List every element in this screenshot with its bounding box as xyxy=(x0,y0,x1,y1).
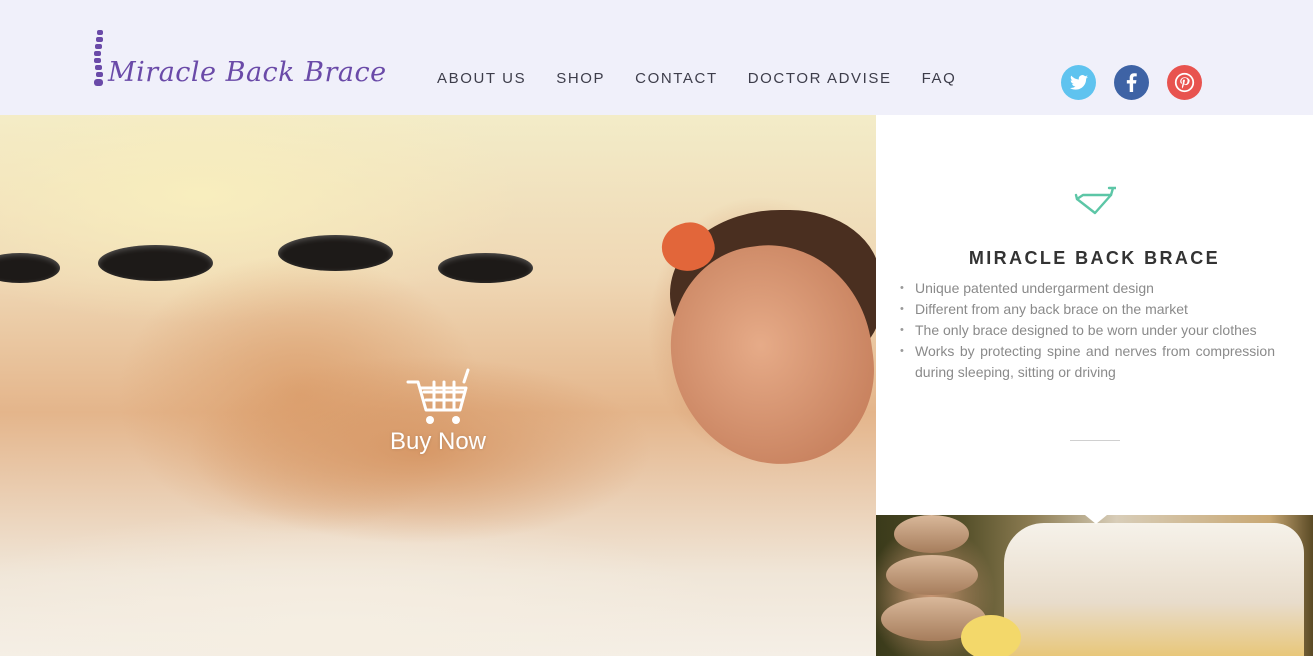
nav-doctor-advise[interactable]: DOCTOR ADVISE xyxy=(748,70,892,87)
site-logo[interactable]: Miracle Back Brace xyxy=(92,30,387,88)
twitter-link[interactable] xyxy=(1061,65,1096,100)
buy-now-button[interactable]: Buy Now xyxy=(388,368,488,456)
feature-bullet: Unique patented undergarment design xyxy=(900,278,1275,299)
feature-bullet: The only brace designed to be worn under… xyxy=(900,320,1275,341)
spine-icon xyxy=(94,30,103,86)
shopping-cart-icon xyxy=(406,368,470,424)
massage-stone xyxy=(0,253,60,283)
spa-pebble xyxy=(894,515,969,553)
nav-about-us[interactable]: ABOUT US xyxy=(437,70,526,87)
main-nav: ABOUT US SHOP CONTACT DOCTOR ADVISE FAQ xyxy=(437,70,986,87)
pinterest-icon xyxy=(1174,72,1195,93)
feature-bullet: Works by protecting spine and nerves fro… xyxy=(900,341,1275,383)
feature-title: MIRACLE BACK BRACE xyxy=(968,248,1221,268)
massage-stone xyxy=(438,253,533,283)
nav-shop[interactable]: SHOP xyxy=(556,70,605,87)
facebook-link[interactable] xyxy=(1114,65,1149,100)
feature-bullet: Different from any back brace on the mar… xyxy=(900,299,1275,320)
spa-pebble xyxy=(886,555,978,595)
feature-list: Unique patented undergarment design Diff… xyxy=(900,278,1275,383)
site-header: Miracle Back Brace ABOUT US SHOP CONTACT… xyxy=(0,0,1313,115)
twitter-icon xyxy=(1069,75,1088,90)
rolled-towel xyxy=(1004,523,1304,656)
massage-stone xyxy=(98,245,213,281)
massage-stone xyxy=(278,235,393,271)
hero-image: Buy Now xyxy=(0,115,876,656)
facebook-icon xyxy=(1126,73,1137,92)
orchid-flower xyxy=(961,615,1021,656)
panel-pointer xyxy=(1085,515,1107,524)
nav-faq[interactable]: FAQ xyxy=(922,70,957,87)
nav-contact[interactable]: CONTACT xyxy=(635,70,718,87)
buy-now-label: Buy Now xyxy=(389,428,487,455)
feature-panel: MIRACLE BACK BRACE Unique patented under… xyxy=(876,115,1313,515)
logo-text: Miracle Back Brace xyxy=(108,57,387,88)
bicycle-frame-icon xyxy=(1074,186,1116,215)
spa-image xyxy=(876,515,1313,656)
pinterest-link[interactable] xyxy=(1167,65,1202,100)
divider xyxy=(1070,440,1120,441)
social-links xyxy=(1061,65,1202,100)
